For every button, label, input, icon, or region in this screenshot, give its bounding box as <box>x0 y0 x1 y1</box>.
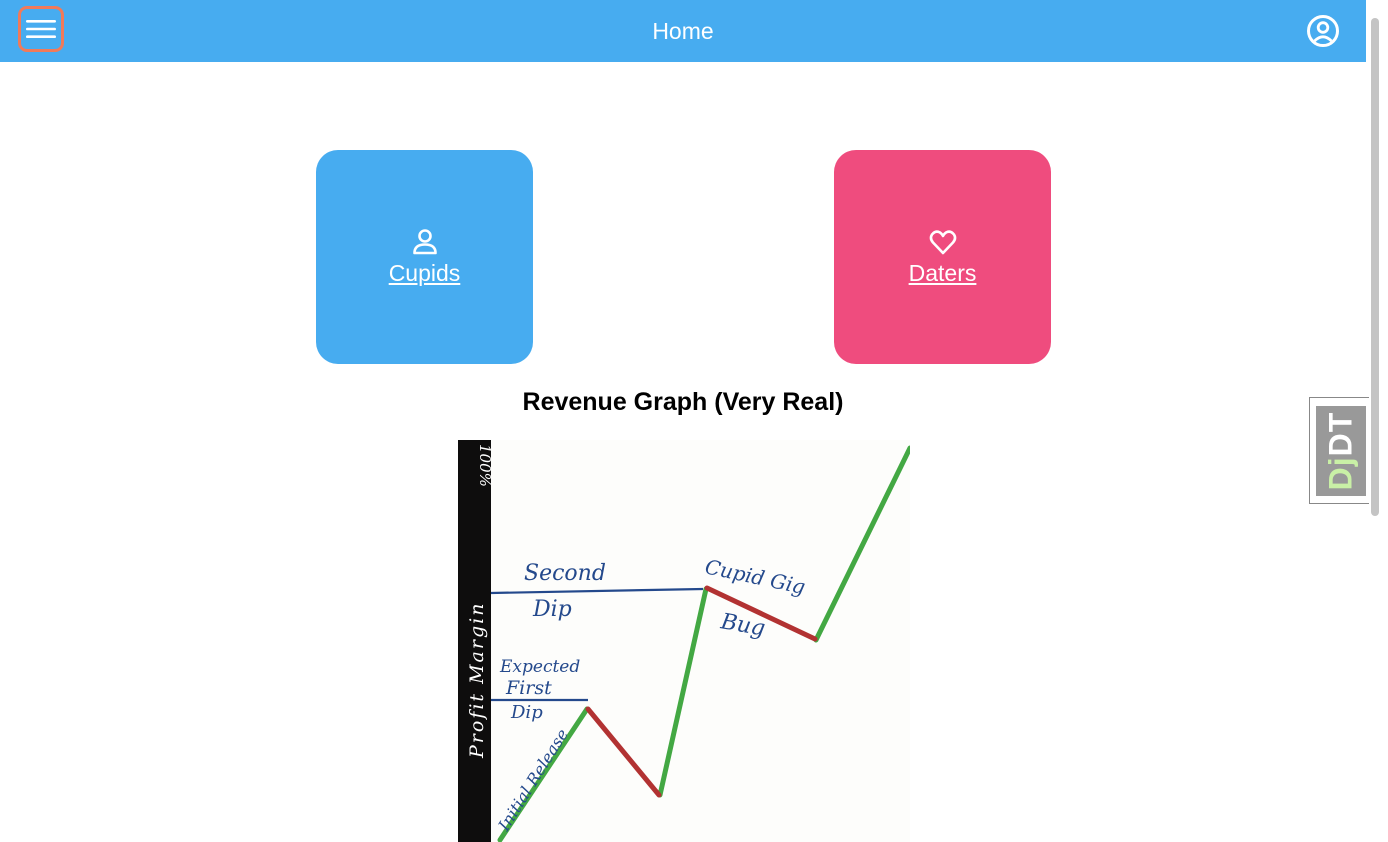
debug-toolbar-label: DjDT <box>1322 411 1359 491</box>
second-dip-annotation: Dip <box>532 597 572 622</box>
debug-toolbar-handle[interactable]: DjDT <box>1309 397 1369 504</box>
person-icon <box>412 229 437 255</box>
cupids-card[interactable]: Cupids <box>316 150 533 364</box>
expected-first-dip-annotation: Expected <box>499 657 580 677</box>
scrollbar-thumb[interactable] <box>1371 18 1379 516</box>
account-button[interactable] <box>1306 14 1340 48</box>
y-axis-label: Profit Margin <box>466 602 488 759</box>
expected-first-dip-annotation: First <box>505 677 552 699</box>
cupids-link[interactable]: Cupids <box>389 259 461 287</box>
revenue-graph-image: 100% Profit Margin Initial Release Expec… <box>458 440 910 842</box>
heart-icon <box>929 230 956 255</box>
top-app-bar: Home <box>0 0 1366 62</box>
second-dip-annotation: Second <box>524 561 606 586</box>
graph-title: Revenue Graph (Very Real) <box>522 388 844 416</box>
daters-card[interactable]: Daters <box>834 150 1051 364</box>
page-title: Home <box>652 18 714 44</box>
y-axis-top-label: 100% <box>476 444 494 487</box>
expected-first-dip-annotation: Dip <box>510 702 543 723</box>
debug-toolbar-badge: DjDT <box>1316 406 1366 496</box>
user-circle-icon <box>1307 15 1339 47</box>
daters-link[interactable]: Daters <box>909 259 977 287</box>
